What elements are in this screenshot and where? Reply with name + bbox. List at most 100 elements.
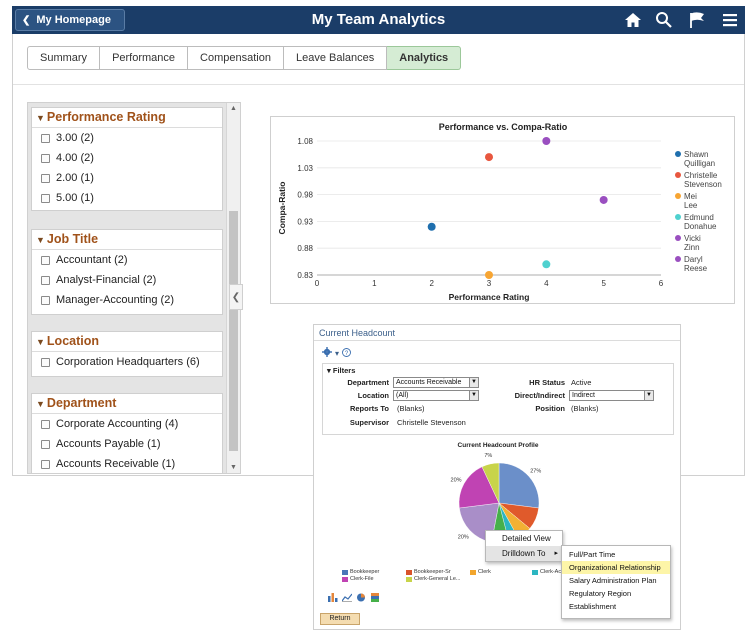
help-icon[interactable]: ? [342,347,351,359]
chart-title: Performance vs. Compa-Ratio [439,122,568,132]
checkbox[interactable] [41,193,50,203]
department-value: Accounts Receivable [396,379,462,386]
submenu-item-organizational-relationship[interactable]: Organizational Relationship [562,561,670,574]
facet-option-label: 5.00 (1) [56,192,94,204]
collapse-panel-button[interactable]: ❮ [229,284,243,310]
pie-legend-item: Clerk [470,569,491,575]
checkbox[interactable] [41,153,50,163]
return-button[interactable]: Return [320,613,360,625]
facet-option[interactable]: 4.00 (2) [32,148,222,168]
scroll-up-icon[interactable]: ▲ [230,105,237,112]
x-axis-label: Performance Rating [449,292,530,302]
facet-option[interactable]: Accounts Receivable (1) [32,454,222,473]
facet-option[interactable]: 3.00 (2) [32,128,222,148]
facet-job-title: ▼ Job Title Accountant (2) Analyst-Financ… [31,229,223,315]
chevron-left-icon: ❮ [231,291,241,303]
search-icon[interactable] [653,10,675,30]
bar-chart-icon[interactable] [328,593,338,605]
checkbox[interactable] [41,255,50,265]
scrollbar-thumb[interactable] [229,211,238,451]
checkbox[interactable] [41,295,50,305]
pie-chart-icon[interactable] [356,593,366,605]
pie-legend-item: Bookkeeper [342,569,379,575]
checkbox[interactable] [41,173,50,183]
legend-marker [675,235,681,241]
line-chart-icon[interactable] [341,593,353,605]
facet-option[interactable]: Accountant (2) [32,250,222,270]
facet-option[interactable]: Corporation Headquarters (6) [32,352,222,372]
submenu-item-establishment[interactable]: Establishment [562,600,670,613]
location-select[interactable]: (All) ▼ [393,390,479,401]
dropdown-arrow-icon[interactable]: ▾ [335,349,339,358]
x-tick-label: 2 [429,279,434,288]
x-tick-label: 0 [315,279,320,288]
filters-section: ▾ Filters Department Accounts Receivable… [322,363,674,435]
legend-label: Quilligan [684,159,715,168]
direct-indirect-select[interactable]: Indirect ▼ [569,390,654,401]
facet-option-label: Manager-Accounting (2) [56,294,175,306]
facet-header-performance-rating[interactable]: ▼ Performance Rating [32,108,222,128]
data-point [485,153,493,162]
chevron-down-icon: ▼ [469,391,478,400]
facet-option[interactable]: Analyst-Financial (2) [32,270,222,290]
tab-bar: Summary Performance Compensation Leave B… [27,46,462,70]
facet-option[interactable]: Corporate Accounting (4) [32,414,222,434]
location-value: (All) [396,392,409,399]
facet-header-department[interactable]: ▼ Department [32,394,222,414]
department-select[interactable]: Accounts Receivable ▼ [393,377,479,388]
x-tick-label: 5 [601,279,606,288]
x-tick-label: 1 [372,279,377,288]
x-tick-label: 3 [487,279,492,288]
data-point [542,137,551,145]
chart-type-toolbar [328,593,380,605]
checkbox[interactable] [41,357,50,367]
pie-chart-title: Current Headcount Profile [457,442,539,449]
facet-option-label: Analyst-Financial (2) [56,274,157,286]
my-homepage-button[interactable]: ❮ My Homepage [15,9,125,31]
data-point [542,260,551,269]
tab-performance[interactable]: Performance [100,46,189,70]
hr-status-value: Active [571,378,592,387]
checkbox[interactable] [41,459,50,469]
checkbox[interactable] [41,419,50,429]
submenu-item-regulatory-region[interactable]: Regulatory Region [562,587,670,600]
facet-option-label: 3.00 (2) [56,132,94,144]
submenu-item-full-part-time[interactable]: Full/Part Time [562,548,670,561]
home-icon[interactable] [622,10,644,30]
facet-option[interactable]: Accounts Payable (1) [32,434,222,454]
scroll-down-icon[interactable]: ▼ [230,464,237,471]
legend-swatch [406,569,412,575]
gear-icon[interactable] [322,347,332,359]
pie-slice-label: 27% [530,469,541,475]
direct-indirect-value: Indirect [572,392,595,399]
collapse-triangle-icon: ▼ [36,337,45,347]
checkbox[interactable] [41,275,50,285]
data-point [485,271,493,279]
checkbox[interactable] [41,439,50,449]
stacked-bar-icon[interactable] [370,593,380,605]
facet-header-job-title[interactable]: ▼ Job Title [32,230,222,250]
facet-option[interactable]: 5.00 (1) [32,188,222,208]
menu-item-detailed-view[interactable]: Detailed View [486,531,562,546]
facet-header-location[interactable]: ▼ Location [32,332,222,352]
tab-leave-balances[interactable]: Leave Balances [283,46,388,70]
facet-option[interactable]: Manager-Accounting (2) [32,290,222,310]
x-tick-label: 4 [544,279,549,288]
menu-item-drilldown-to[interactable]: Drilldown To ▸ [486,546,562,561]
data-point [427,222,436,231]
legend-label: Bookkeeper-Sr [414,569,451,575]
submenu-item-salary-administration-plan[interactable]: Salary Administration Plan [562,574,670,587]
tab-summary[interactable]: Summary [27,46,101,70]
chevron-left-icon: ❮ [22,14,31,26]
tab-compensation[interactable]: Compensation [188,46,284,70]
checkbox[interactable] [41,133,50,143]
x-tick-label: 6 [659,279,664,288]
facet-option[interactable]: 2.00 (1) [32,168,222,188]
flag-icon[interactable] [686,10,708,30]
tab-analytics[interactable]: Analytics [387,46,462,70]
menu-icon[interactable] [719,10,741,30]
legend-marker [675,172,681,178]
legend-marker [675,256,681,262]
legend-swatch [342,576,348,582]
filters-header[interactable]: ▾ Filters [327,366,355,375]
